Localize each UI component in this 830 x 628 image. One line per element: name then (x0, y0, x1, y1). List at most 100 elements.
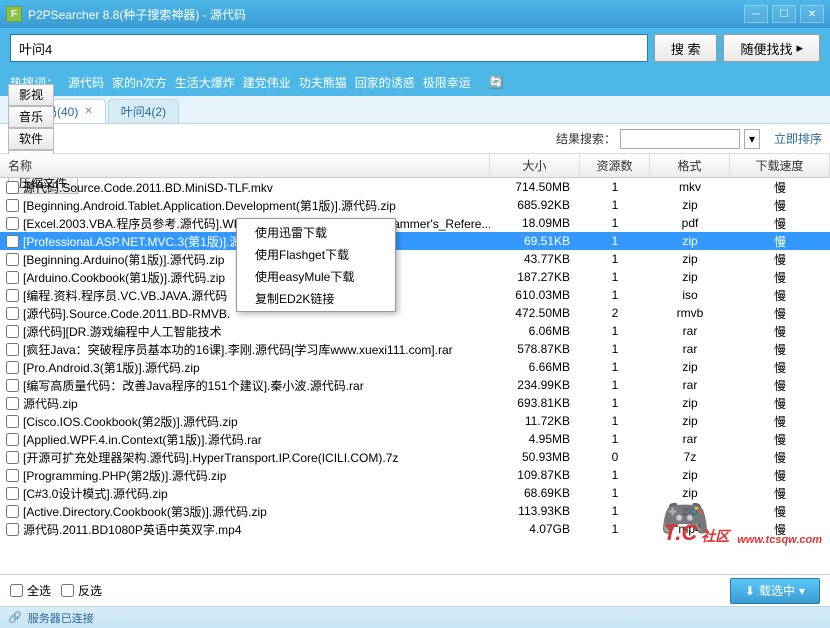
tab-close-icon[interactable]: ✕ (84, 106, 92, 117)
row-checkbox[interactable] (6, 307, 19, 320)
tabs-bar: 源代码(40) ✕ 叶问4(2) (0, 96, 830, 124)
download-selected-button[interactable]: ⬇ 载选中 ▾ (730, 578, 820, 604)
row-checkbox[interactable] (6, 253, 19, 266)
row-checkbox[interactable] (6, 451, 19, 464)
row-size: 50.93MB (490, 450, 580, 464)
row-sources: 1 (580, 198, 650, 212)
row-checkbox[interactable] (6, 343, 19, 356)
table-row[interactable]: 源代码.2011.BD1080P英语中英双字.mp44.07GB1mp4慢 (0, 520, 830, 538)
row-checkbox[interactable] (6, 217, 19, 230)
menu-thunder-download[interactable]: 使用迅雷下载 (239, 221, 393, 243)
row-speed: 慢 (730, 359, 830, 376)
hotword-link[interactable]: 家的n次方 (112, 76, 167, 90)
row-sources: 1 (580, 252, 650, 266)
row-checkbox[interactable] (6, 379, 19, 392)
table-row[interactable]: [Cisco.IOS.Cookbook(第2版)].源代码.zip11.72KB… (0, 412, 830, 430)
select-all-checkbox[interactable]: 全选 (10, 582, 51, 599)
table-row[interactable]: [C#3.0设计模式].源代码.zip68.69KB1zip慢 (0, 484, 830, 502)
table-row[interactable]: [Pro.Android.3(第1版)].源代码.zip6.66MB1zip慢 (0, 358, 830, 376)
row-size: 109.87KB (490, 468, 580, 482)
row-checkbox[interactable] (6, 361, 19, 374)
filter-button[interactable]: 软件 (8, 128, 54, 150)
tab-ipman4[interactable]: 叶问4(2) (108, 99, 179, 123)
table-row[interactable]: 源代码.Source.Code.2011.BD.MiniSD-TLF.mkv71… (0, 178, 830, 196)
column-size[interactable]: 大小 (490, 154, 580, 177)
table-row[interactable]: [疯狂Java：突破程序员基本功的16课].李刚.源代码[学习库www.xuex… (0, 340, 830, 358)
hotword-link[interactable]: 建党伟业 (243, 76, 291, 90)
row-checkbox[interactable] (6, 415, 19, 428)
table-row[interactable]: [Programming.PHP(第2版)].源代码.zip109.87KB1z… (0, 466, 830, 484)
row-checkbox[interactable] (6, 289, 19, 302)
row-checkbox[interactable] (6, 181, 19, 194)
row-checkbox[interactable] (6, 271, 19, 284)
column-sources[interactable]: 资源数 (580, 154, 650, 177)
row-speed: 慢 (730, 323, 830, 340)
row-sources: 0 (580, 450, 650, 464)
minimize-button[interactable]: ─ (744, 5, 768, 23)
table-row[interactable]: [Active.Directory.Cookbook(第3版)].源代码.zip… (0, 502, 830, 520)
filter-button[interactable]: 音乐 (8, 106, 54, 128)
filter-button[interactable]: 影视 (8, 84, 54, 106)
menu-copy-ed2k[interactable]: 复制ED2K链接 (239, 287, 393, 309)
table-row[interactable]: [开源可扩充处理器架构.源代码].HyperTransport.IP.Core(… (0, 448, 830, 466)
hot-keywords-bar: 热搜词： 源代码家的n次方生活大爆炸建党伟业功夫熊猫回家的诱惑极限幸运 🔄 (0, 68, 830, 96)
row-checkbox[interactable] (6, 469, 19, 482)
select-all-input[interactable] (10, 584, 23, 597)
table-row[interactable]: [源代码][DR.游戏编程中人工智能技术6.06MB1rar慢 (0, 322, 830, 340)
close-button[interactable]: ✕ (800, 5, 824, 23)
search-button[interactable]: 搜 索 (654, 34, 718, 62)
hotword-link[interactable]: 生活大爆炸 (175, 76, 235, 90)
result-search-input[interactable] (620, 129, 740, 149)
row-checkbox[interactable] (6, 487, 19, 500)
row-filename: [Cisco.IOS.Cookbook(第2版)].源代码.zip (23, 413, 238, 430)
dropdown-icon[interactable]: ▾ (744, 129, 760, 149)
table-row[interactable]: [Excel.2003.VBA.程序员参考.源代码].WROX-Excel_20… (0, 214, 830, 232)
menu-flashget-download[interactable]: 使用Flashget下载 (239, 243, 393, 265)
random-search-button[interactable]: 随便找找 ▸ (723, 34, 820, 62)
invert-input[interactable] (61, 584, 74, 597)
row-filename: [疯狂Java：突破程序员基本功的16课].李刚.源代码[学习库www.xuex… (23, 341, 453, 358)
row-format: zip (650, 396, 730, 410)
row-checkbox[interactable] (6, 433, 19, 446)
table-row[interactable]: [Applied.WPF.4.in.Context(第1版)].源代码.rar4… (0, 430, 830, 448)
maximize-button[interactable]: ☐ (772, 5, 796, 23)
row-checkbox[interactable] (6, 505, 19, 518)
row-checkbox[interactable] (6, 325, 19, 338)
row-sources: 1 (580, 396, 650, 410)
row-filename: 源代码.zip (23, 395, 78, 412)
row-size: 6.66MB (490, 360, 580, 374)
row-checkbox[interactable] (6, 523, 19, 536)
search-input[interactable] (10, 34, 648, 62)
row-sources: 1 (580, 432, 650, 446)
table-row[interactable]: [Arduino.Cookbook(第1版)].源代码.zip187.27KB1… (0, 268, 830, 286)
table-row[interactable]: [源代码].Source.Code.2011.BD-RMVB.472.50MB2… (0, 304, 830, 322)
column-name[interactable]: 名称 (0, 154, 490, 177)
invert-checkbox[interactable]: 反选 (61, 582, 102, 599)
hotword-link[interactable]: 功夫熊猫 (299, 76, 347, 90)
row-sources: 1 (580, 342, 650, 356)
sort-link[interactable]: 立即排序 (774, 130, 822, 147)
hotword-link[interactable]: 回家的诱惑 (355, 76, 415, 90)
table-row[interactable]: [编程.资料.程序员.VC.VB.JAVA.源代码610.03MB1iso慢 (0, 286, 830, 304)
menu-easymule-download[interactable]: 使用easyMule下载 (239, 265, 393, 287)
table-row[interactable]: [编写高质量代码：改善Java程序的151个建议].秦小波.源代码.rar234… (0, 376, 830, 394)
row-checkbox[interactable] (6, 397, 19, 410)
row-sources: 1 (580, 216, 650, 230)
table-row[interactable]: 源代码.zip693.81KB1zip慢 (0, 394, 830, 412)
row-size: 4.07GB (490, 522, 580, 536)
table-row[interactable]: [Professional.ASP.NET.MVC.3(第1版)].源代码69.… (0, 232, 830, 250)
refresh-icon[interactable]: 🔄 (489, 75, 504, 89)
table-header: 名称 大小 资源数 格式 下载速度 (0, 154, 830, 178)
table-body[interactable]: 源代码.Source.Code.2011.BD.MiniSD-TLF.mkv71… (0, 178, 830, 574)
row-format: zip (650, 270, 730, 284)
table-row[interactable]: [Beginning.Arduino(第1版)].源代码.zip43.77KB1… (0, 250, 830, 268)
row-filename: [Active.Directory.Cookbook(第3版)].源代码.zip (23, 503, 267, 520)
row-checkbox[interactable] (6, 235, 19, 248)
column-format[interactable]: 格式 (650, 154, 730, 177)
row-checkbox[interactable] (6, 199, 19, 212)
column-speed[interactable]: 下载速度 (730, 154, 830, 177)
row-sources: 1 (580, 234, 650, 248)
hotword-link[interactable]: 极限幸运 (423, 76, 471, 90)
table-row[interactable]: [Beginning.Android.Tablet.Application.De… (0, 196, 830, 214)
row-sources: 1 (580, 288, 650, 302)
